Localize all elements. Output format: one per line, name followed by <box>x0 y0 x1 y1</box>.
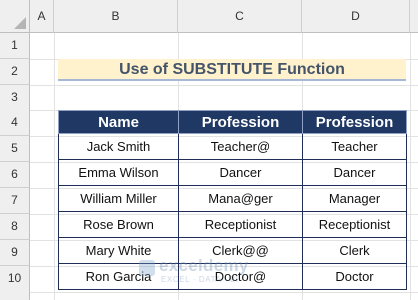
name-cell[interactable]: Ron Garcia <box>58 263 179 290</box>
row-header-8[interactable]: 8 <box>0 214 30 240</box>
row-header-2[interactable]: 2 <box>0 59 30 85</box>
grid-line <box>30 85 418 86</box>
grid-line <box>30 292 418 293</box>
table-row: Rose Brown Receptionist Receptionist <box>58 211 407 238</box>
grid-line <box>54 33 55 300</box>
profession-cell[interactable]: Doctor@ <box>178 263 303 290</box>
row-header-9[interactable]: 9 <box>0 240 30 266</box>
name-cell[interactable]: Emma Wilson <box>58 159 179 186</box>
header-profession[interactable]: Profession <box>178 110 303 134</box>
header-name[interactable]: Name <box>58 110 179 134</box>
result-cell[interactable]: Manager <box>302 185 407 212</box>
result-cell[interactable]: Dancer <box>302 159 407 186</box>
column-header-b[interactable]: B <box>54 0 178 33</box>
result-cell[interactable]: Doctor <box>302 263 407 290</box>
result-cell[interactable]: Clerk <box>302 237 407 264</box>
column-header-e[interactable] <box>410 0 418 33</box>
column-header-c[interactable]: C <box>178 0 302 33</box>
column-header-a[interactable]: A <box>30 0 54 33</box>
table-row: Ron Garcia Doctor@ Doctor <box>58 263 407 290</box>
row-header-5[interactable]: 5 <box>0 136 30 162</box>
table-row: Jack Smith Teacher@ Teacher <box>58 133 407 160</box>
profession-cell[interactable]: Clerk@@ <box>178 237 303 264</box>
name-cell[interactable]: Jack Smith <box>58 133 179 160</box>
row-header-7[interactable]: 7 <box>0 188 30 214</box>
row-header-3[interactable]: 3 <box>0 85 30 111</box>
header-profession-result[interactable]: Profession <box>302 110 407 134</box>
column-header-d[interactable]: D <box>302 0 410 33</box>
data-table: Name Profession Profession Jack Smith Te… <box>58 110 407 290</box>
row-header-6[interactable]: 6 <box>0 162 30 188</box>
row-header-1[interactable]: 1 <box>0 33 30 59</box>
profession-cell[interactable]: Receptionist <box>178 211 303 238</box>
table-row: Mary White Clerk@@ Clerk <box>58 237 407 264</box>
row-header-10[interactable]: 10 <box>0 266 30 300</box>
select-all-button[interactable] <box>0 0 30 33</box>
profession-cell[interactable]: Dancer <box>178 159 303 186</box>
name-cell[interactable]: William Miller <box>58 185 179 212</box>
row-header-4[interactable]: 4 <box>0 110 30 136</box>
profession-cell[interactable]: Mana@ger <box>178 185 303 212</box>
result-cell[interactable]: Receptionist <box>302 211 407 238</box>
grid-line <box>410 33 411 300</box>
table-row: Emma Wilson Dancer Dancer <box>58 159 407 186</box>
spreadsheet: A B C D 1 2 3 4 5 6 7 8 9 10 Use of SUBS… <box>0 0 418 300</box>
table-header-row: Name Profession Profession <box>58 110 407 134</box>
profession-cell[interactable]: Teacher@ <box>178 133 303 160</box>
sheet-title[interactable]: Use of SUBSTITUTE Function <box>58 59 406 81</box>
name-cell[interactable]: Mary White <box>58 237 179 264</box>
table-row: William Miller Mana@ger Manager <box>58 185 407 212</box>
name-cell[interactable]: Rose Brown <box>58 211 179 238</box>
result-cell[interactable]: Teacher <box>302 133 407 160</box>
